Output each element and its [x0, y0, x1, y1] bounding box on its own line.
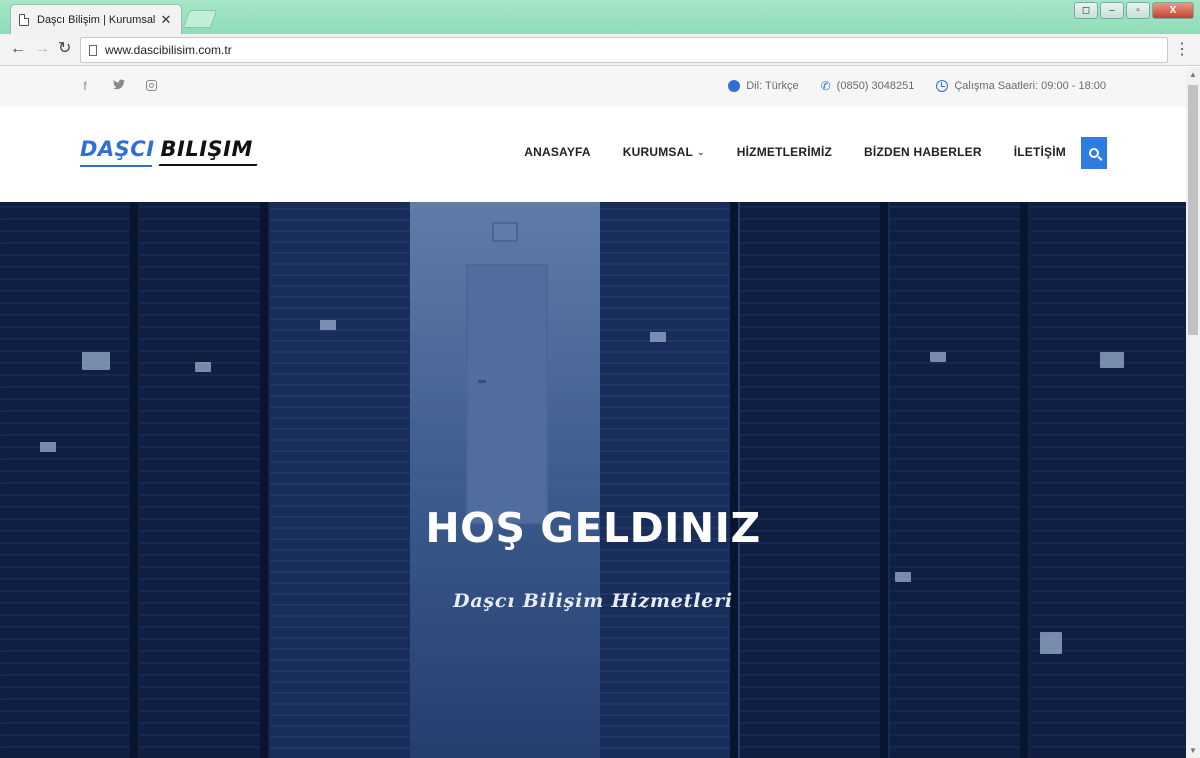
- contact-infos: Dil: Türkçe ✆ (0850) 3048251 Çalışma Saa…: [728, 79, 1106, 93]
- user-button[interactable]: ◻: [1074, 2, 1098, 19]
- url-text: www.dascibilisim.com.tr: [105, 43, 232, 57]
- scroll-down-icon[interactable]: ▼: [1189, 746, 1197, 755]
- browser-titlebar: Daşcı Bilişim | Kurumsal W ✕ ◻ – ▫ X: [0, 0, 1200, 34]
- search-button[interactable]: [1081, 137, 1107, 169]
- close-window-button[interactable]: X: [1152, 2, 1194, 19]
- language-selector[interactable]: Dil: Türkçe: [728, 80, 799, 92]
- logo-underline: [80, 165, 152, 167]
- chevron-down-icon: ⌄: [697, 146, 705, 157]
- new-tab-button[interactable]: [182, 10, 218, 28]
- nav-item-bizden-haberler[interactable]: BİZDEN HABERLER: [864, 145, 982, 159]
- phone-icon: ✆: [820, 79, 831, 93]
- scroll-up-icon[interactable]: ▲: [1189, 70, 1197, 79]
- logo-part-bilisim: BILIŞIM: [160, 137, 253, 161]
- forward-icon[interactable]: →: [34, 41, 50, 57]
- page-scrollbar[interactable]: ▲ ▼: [1186, 67, 1200, 758]
- reload-icon[interactable]: ↻: [58, 41, 71, 57]
- clock-icon: [936, 80, 949, 92]
- hero-overlay: [0, 202, 1186, 758]
- nav-item-kurumsal[interactable]: KURUMSAL ⌄: [623, 145, 705, 159]
- tab-title: Daşcı Bilişim | Kurumsal W: [37, 13, 155, 26]
- nav-item-kurumsal-label: KURUMSAL: [622, 145, 694, 159]
- search-icon: [1089, 148, 1099, 158]
- social-links: f: [78, 79, 157, 93]
- working-hours: Çalışma Saatleri: 09:00 - 18:00: [954, 80, 1106, 92]
- phone-info[interactable]: ✆ (0850) 3048251: [821, 79, 915, 93]
- hours-info: Çalışma Saatleri: 09:00 - 18:00: [936, 80, 1106, 92]
- site-header: DAŞCI BILIŞIM ANASAYFA KURUMSAL ⌄ HİZMET…: [0, 107, 1186, 202]
- nav-item-hizmetlerimiz[interactable]: HİZMETLERİMİZ: [737, 145, 832, 159]
- back-icon[interactable]: ←: [10, 41, 26, 57]
- hero-subtitle: Daşcı Bilişim Hizmetleri: [453, 590, 733, 612]
- twitter-icon[interactable]: [112, 79, 126, 93]
- nav-item-iletisim[interactable]: İLETİŞİM: [1014, 145, 1066, 159]
- instagram-icon[interactable]: [146, 80, 157, 91]
- site-logo[interactable]: DAŞCI BILIŞIM: [80, 137, 253, 161]
- top-info-bar: f Dil: Türkçe ✆ (0850) 3048251 Çalışma S…: [0, 67, 1186, 107]
- main-nav: ANASAYFA KURUMSAL ⌄ HİZMETLERİMİZ BİZDEN…: [524, 145, 1066, 159]
- language-label: Dil: Türkçe: [746, 80, 799, 92]
- browser-tab[interactable]: Daşcı Bilişim | Kurumsal W ✕: [10, 4, 182, 34]
- browser-menu-icon[interactable]: ⋮: [1174, 40, 1190, 60]
- minimize-button[interactable]: –: [1100, 2, 1124, 19]
- browser-toolbar: ← → ↻ www.dascibilisim.com.tr ⋮: [0, 34, 1200, 66]
- hero-banner: HOŞ GELDINIZ Daşcı Bilişim Hizmetleri: [0, 202, 1186, 758]
- phone-number: (0850) 3048251: [836, 80, 915, 92]
- page-icon: [89, 44, 97, 56]
- page-icon: [19, 13, 29, 26]
- window-controls: ◻ – ▫ X: [1074, 2, 1194, 19]
- close-icon[interactable]: ✕: [159, 12, 173, 28]
- facebook-icon[interactable]: f: [78, 79, 92, 93]
- address-bar[interactable]: www.dascibilisim.com.tr: [80, 37, 1168, 63]
- globe-icon: [728, 80, 741, 92]
- maximize-button[interactable]: ▫: [1126, 2, 1150, 19]
- hero-title: HOŞ GELDINIZ: [425, 504, 761, 552]
- logo-part-dasci: DAŞCI: [80, 137, 155, 161]
- nav-item-anasayfa[interactable]: ANASAYFA: [524, 145, 591, 159]
- scrollbar-thumb[interactable]: [1188, 85, 1198, 335]
